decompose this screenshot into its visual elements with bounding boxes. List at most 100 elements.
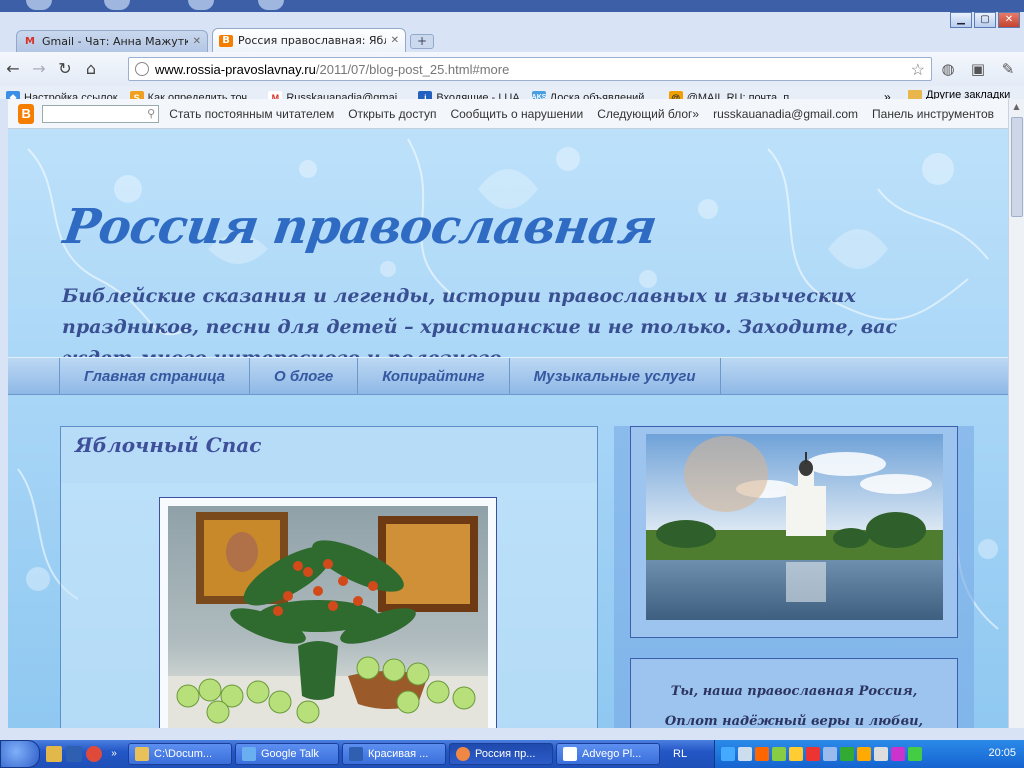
post-title[interactable]: Яблочный Спас <box>75 433 261 457</box>
address-bar[interactable]: www.rossia-pravoslavnay.ru/2011/07/blog-… <box>128 57 932 81</box>
tray-icon[interactable] <box>891 747 905 761</box>
system-tray: 20:05 <box>714 740 1024 768</box>
gmail-icon: M <box>25 35 35 47</box>
tray-icon[interactable] <box>806 747 820 761</box>
dashboard-link[interactable]: Панель инструментов <box>872 107 994 121</box>
share-link[interactable]: Открыть доступ <box>348 107 436 121</box>
blog-menu: Главная страница О блоге Копирайтинг Муз… <box>8 357 1008 395</box>
church-landscape-image[interactable] <box>646 434 943 620</box>
sidebar: Ты, наша православная Россия, Оплот надё… <box>614 426 974 728</box>
new-tab-button[interactable]: + <box>410 34 434 49</box>
taskbar-button[interactable]: Красивая ... <box>342 743 446 765</box>
tab-label: Россия православная: Яблоч <box>238 34 386 47</box>
post-image[interactable] <box>168 506 488 728</box>
tab-blog[interactable]: B Россия православная: Яблоч ✕ <box>212 28 406 52</box>
blog-header: Россия православная Библейские сказания … <box>8 129 1008 369</box>
desktop-icon[interactable] <box>104 0 130 10</box>
reload-button[interactable]: ↻ <box>52 56 78 82</box>
menu-item-home[interactable]: Главная страница <box>60 358 251 395</box>
task-label: Россия пр... <box>475 748 536 760</box>
account-email-link[interactable]: russkauanadia@gmail.com <box>713 107 858 121</box>
taskbar-button[interactable]: C:\Docum... <box>128 743 232 765</box>
language-indicator[interactable]: RL <box>673 748 687 760</box>
maximize-button[interactable]: ▢ <box>974 12 996 28</box>
blogger-navbar: B ⚲ Стать постоянным читателем Открыть д… <box>8 99 1008 129</box>
tab-gmail[interactable]: M Gmail - Чат: Анна Мажутко - ✕ <box>16 30 208 52</box>
scrollbar-thumb[interactable] <box>1011 117 1023 217</box>
desktop-icon[interactable] <box>26 0 52 10</box>
tray-icon[interactable] <box>721 747 735 761</box>
toolbar-extensions: ◍ ▣ ✎ <box>936 57 1020 81</box>
tray-icon[interactable] <box>755 747 769 761</box>
tab-strip: M Gmail - Чат: Анна Мажутко - ✕ B Россия… <box>0 28 1024 52</box>
wrench-icon[interactable]: ✎ <box>996 57 1020 81</box>
desktop-icon[interactable] <box>258 0 284 10</box>
quick-launch: » <box>40 746 128 762</box>
page-info-icon[interactable] <box>135 62 149 76</box>
url-path: /2011/07/blog-post_25.html#more <box>315 61 510 77</box>
task-label: C:\Docum... <box>154 748 213 760</box>
menu-item-copywriting[interactable]: Копирайтинг <box>358 358 510 395</box>
minimize-button[interactable]: ▁ <box>950 12 972 28</box>
word-icon <box>349 747 363 761</box>
taskbar: » C:\Docum... Google Talk Красивая ... Р… <box>0 740 1024 768</box>
follow-link[interactable]: Стать постоянным читателем <box>169 107 334 121</box>
tray-icon[interactable] <box>857 747 871 761</box>
blog-title[interactable]: Россия православная <box>60 199 660 255</box>
tray-icon[interactable] <box>908 747 922 761</box>
window-controls: ▁ ▢ ✕ <box>950 12 1020 28</box>
tray-icon[interactable] <box>823 747 837 761</box>
taskbar-button[interactable]: Россия пр... <box>449 743 553 765</box>
forward-button[interactable]: → <box>26 56 52 82</box>
globe-icon[interactable]: ◍ <box>936 57 960 81</box>
sidebar-poem-widget: Ты, наша православная Россия, Оплот надё… <box>630 658 958 728</box>
task-label: Красивая ... <box>368 748 429 760</box>
url-host: www.rossia-pravoslavnay.ru <box>155 61 316 77</box>
clock[interactable]: 20:05 <box>988 747 1016 759</box>
home-button[interactable]: ⌂ <box>78 56 104 82</box>
extension-icon[interactable]: ▣ <box>966 57 990 81</box>
back-button[interactable]: ← <box>0 56 26 82</box>
page-viewport: B ⚲ Стать постоянным читателем Открыть д… <box>8 99 1008 728</box>
scroll-up-arrow-icon[interactable]: ▲ <box>1009 99 1024 115</box>
tray-icon[interactable] <box>772 747 786 761</box>
post-image-frame <box>159 497 497 728</box>
taskbar-button[interactable]: Advego Pl... <box>556 743 660 765</box>
google-talk-icon <box>242 747 256 761</box>
desktop-top-strip <box>0 0 1024 12</box>
search-icon[interactable]: ⚲ <box>147 107 155 120</box>
poem-text: Ты, наша православная Россия, Оплот надё… <box>631 659 957 728</box>
report-abuse-link[interactable]: Сообщить о нарушении <box>450 107 583 121</box>
poem-line: Оплот надёжный веры и любви, <box>664 714 924 728</box>
taskbar-button[interactable]: Google Talk <box>235 743 339 765</box>
quick-launch-overflow-icon[interactable]: » <box>106 746 122 762</box>
menu-item-about[interactable]: О блоге <box>250 358 359 395</box>
close-tab-icon[interactable]: ✕ <box>391 35 399 46</box>
chrome-icon[interactable] <box>86 746 102 762</box>
next-blog-link[interactable]: Следующий блог» <box>597 107 699 121</box>
desktop-icon[interactable] <box>188 0 214 10</box>
bookmark-star-icon[interactable]: ☆ <box>911 60 925 80</box>
menu-item-music[interactable]: Музыкальные услуги <box>510 358 721 395</box>
task-label: Advego Pl... <box>582 748 642 760</box>
quick-launch-icon[interactable] <box>66 746 82 762</box>
blogger-icon: B <box>219 34 233 47</box>
tray-icon[interactable] <box>789 747 803 761</box>
blog-search-input[interactable]: ⚲ <box>42 104 160 123</box>
quick-launch-icon[interactable] <box>46 746 62 762</box>
tray-icon[interactable] <box>840 747 854 761</box>
chrome-icon <box>456 747 470 761</box>
blogger-logo-icon[interactable]: B <box>18 103 35 124</box>
sidebar-image-widget <box>630 426 958 638</box>
blog-post: Яблочный Спас <box>60 426 598 728</box>
close-button[interactable]: ✕ <box>998 12 1020 28</box>
tray-icon[interactable] <box>738 747 752 761</box>
page-scrollbar[interactable]: ▲ <box>1008 99 1024 728</box>
start-button[interactable] <box>0 740 40 768</box>
speaker-icon[interactable] <box>874 747 888 761</box>
advego-icon <box>563 747 577 761</box>
poem-line: Ты, наша православная Россия, <box>670 684 918 699</box>
close-tab-icon[interactable]: ✕ <box>193 36 201 47</box>
tab-label: Gmail - Чат: Анна Мажутко - <box>42 35 188 48</box>
window-frame-left <box>0 99 8 728</box>
